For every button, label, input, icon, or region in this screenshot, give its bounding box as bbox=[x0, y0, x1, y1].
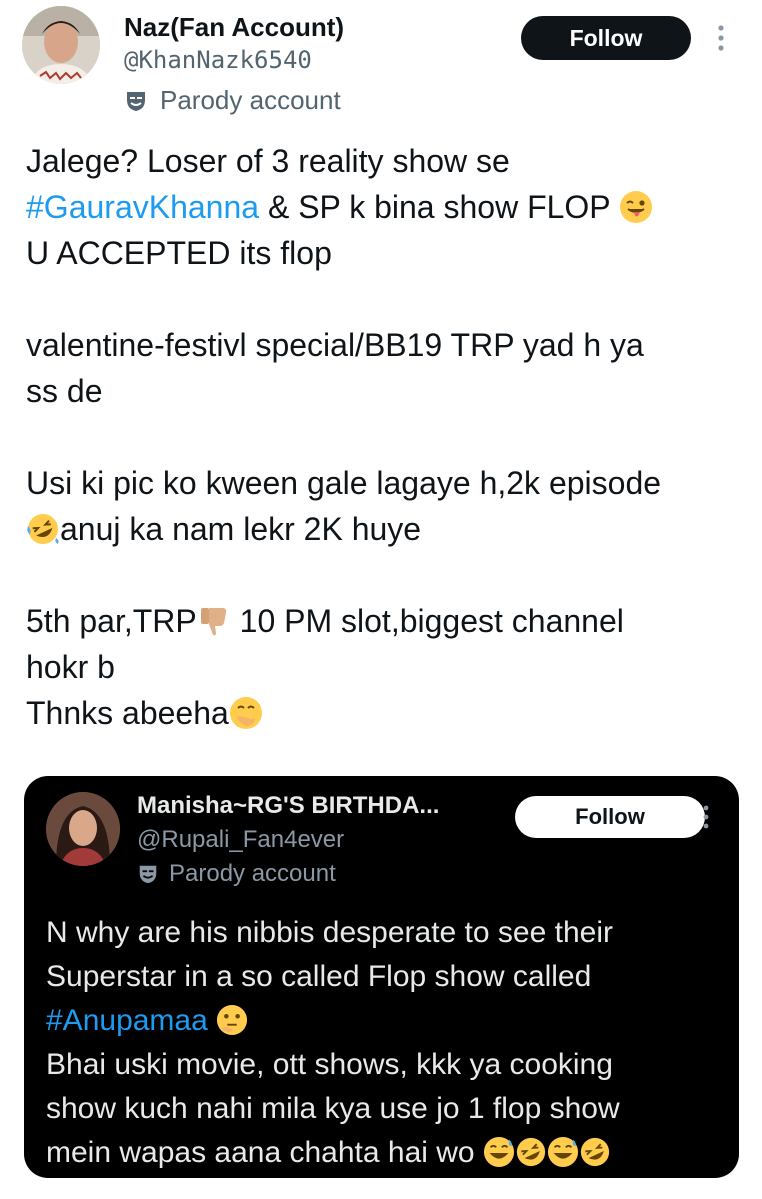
quoted-author-handle: @Rupali_Fan4ever bbox=[137, 826, 345, 853]
tweet-line-text: Thnks abeeha bbox=[26, 695, 229, 731]
tweet-line: 5th par,TRP 10 PM slot,biggest channel bbox=[26, 598, 746, 644]
thumbs-down-icon bbox=[200, 608, 226, 636]
tweet-line: Thnks abeeha bbox=[26, 690, 746, 736]
quoted-author-name: Manisha~RG'S BIRTHDA... bbox=[137, 792, 440, 819]
tweet-line: #GauravKhanna & SP k bina show FLOP bbox=[26, 184, 746, 230]
author-handle[interactable]: @KhanNazk6540 bbox=[124, 46, 312, 74]
grinning-sweat-face-icon bbox=[547, 1136, 579, 1168]
tweet-line-text: anuj ka nam lekr 2K huye bbox=[60, 511, 422, 547]
tweet-line: hokr b bbox=[26, 649, 115, 685]
quoted-follow-button: Follow bbox=[515, 796, 705, 838]
tweet-line: ss de bbox=[26, 373, 103, 409]
quoted-line: Superstar in a so called Flop show calle… bbox=[46, 960, 592, 993]
quoted-line-text: mein wapas aana chahta hai wo bbox=[46, 1136, 483, 1169]
parody-account-label: Parody account bbox=[124, 85, 341, 116]
rolling-laughing-face-icon bbox=[580, 1137, 610, 1167]
quoted-hashtag: #Anupamaa bbox=[46, 1004, 208, 1037]
tweet-line: valentine-festivl special/BB19 TRP yad h… bbox=[26, 327, 644, 363]
tweet-line: Jalege? Loser of 3 reality show se bbox=[26, 143, 510, 179]
quoted-line: show kuch nahi mila kya use jo 1 flop sh… bbox=[46, 1092, 620, 1125]
quoted-line: mein wapas aana chahta hai wo bbox=[46, 1131, 736, 1175]
winking-tongue-face-icon bbox=[619, 191, 652, 223]
grinning-sweat-face-icon bbox=[483, 1136, 515, 1168]
author-name[interactable]: Naz(Fan Account) bbox=[124, 12, 344, 43]
tweet-line-text: 5th par,TRP bbox=[26, 603, 197, 639]
quoted-line: N why are his nibbis desperate to see th… bbox=[46, 916, 613, 949]
parody-mask-icon bbox=[127, 91, 145, 111]
quoted-line: #Anupamaa bbox=[46, 999, 736, 1043]
thinking-face-icon bbox=[217, 1004, 248, 1036]
parody-mask-icon bbox=[139, 865, 157, 884]
quoted-more-options-icon bbox=[703, 805, 709, 829]
follow-button[interactable]: Follow bbox=[521, 16, 691, 60]
tweet-text: Jalege? Loser of 3 reality show se #Gaur… bbox=[26, 138, 746, 736]
rolling-laughing-face-icon bbox=[516, 1137, 546, 1167]
more-options-icon[interactable] bbox=[716, 24, 726, 52]
face-with-hand-over-mouth-icon bbox=[229, 697, 262, 729]
hashtag-link[interactable]: #GauravKhanna bbox=[26, 189, 259, 225]
parody-label-text: Parody account bbox=[160, 85, 341, 115]
quoted-author-avatar bbox=[46, 792, 120, 866]
rolling-laughing-face-icon bbox=[27, 514, 59, 544]
tweet-line: anuj ka nam lekr 2K huye bbox=[26, 506, 746, 552]
tweet-line: U ACCEPTED its flop bbox=[26, 235, 332, 271]
quoted-parody-label-text: Parody account bbox=[169, 860, 336, 887]
tweet-card: Naz(Fan Account) @KhanNazk6540 Parody ac… bbox=[0, 0, 762, 1199]
quoted-tweet-image[interactable]: Manisha~RG'S BIRTHDA... @Rupali_Fan4ever… bbox=[24, 776, 739, 1178]
quoted-parody-account-label: Parody account bbox=[137, 860, 336, 888]
tweet-line: Usi ki pic ko kween gale lagaye h,2k epi… bbox=[26, 465, 662, 501]
tweet-line-text: 10 PM slot,biggest channel bbox=[230, 603, 624, 639]
quoted-line: Bhai uski movie, ott shows, kkk ya cooki… bbox=[46, 1048, 613, 1081]
quoted-tweet-text: N why are his nibbis desperate to see th… bbox=[46, 911, 736, 1175]
author-avatar[interactable] bbox=[22, 6, 100, 84]
tweet-line-text: & SP k bina show FLOP bbox=[259, 189, 619, 225]
